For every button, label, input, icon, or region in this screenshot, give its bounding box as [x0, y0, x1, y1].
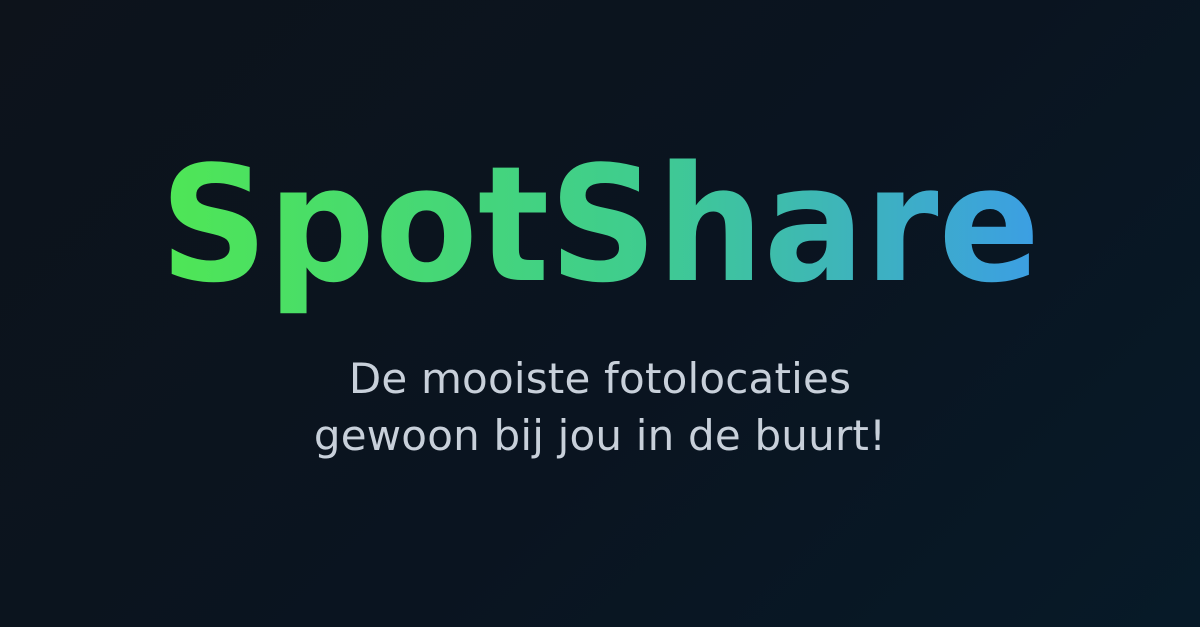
spotshare-logo: SpotShare — [160, 131, 1040, 318]
tagline: De mooiste fotolocaties gewoon bij jou i… — [0, 350, 1200, 464]
tagline-line-1: De mooiste fotolocaties — [348, 354, 852, 403]
tagline-line-2: gewoon bij jou in de buurt! — [313, 411, 887, 460]
brand-wordmark: SpotShare — [160, 131, 1040, 318]
social-banner: SpotShare De mooiste fotolocaties gewoon… — [0, 0, 1200, 627]
